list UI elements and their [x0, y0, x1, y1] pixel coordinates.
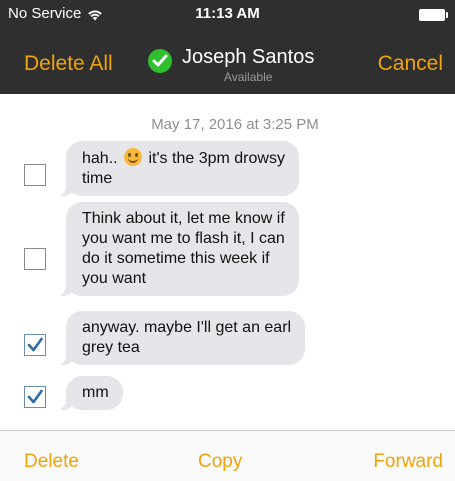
message-timestamp: May 17, 2016 at 3:25 PM [151, 116, 319, 133]
checkmark-icon [27, 337, 43, 352]
message-line: Think about it, let me know if [82, 210, 285, 227]
navigation-bar: Delete All Joseph Santos Available Cance… [0, 30, 455, 94]
message-bubble[interactable]: mm [56, 376, 123, 410]
message-line: you want me to flash it, I can [82, 230, 285, 247]
message-line: you want [82, 270, 147, 287]
message-bubble[interactable]: hah.. it's the 3pm drowsy time [56, 141, 299, 196]
status-bar: No Service 11:13 AM [0, 0, 455, 30]
checkmark-icon [27, 389, 43, 404]
message-select-checkbox[interactable] [24, 334, 46, 356]
contact-header[interactable]: Joseph Santos Available [148, 46, 314, 84]
message-text: hah.. [82, 150, 118, 167]
contact-status: Available [223, 70, 273, 84]
smiley-emoji-icon [124, 148, 143, 166]
message-select-checkbox[interactable] [24, 248, 46, 270]
message-line: mm [82, 384, 109, 401]
contact-name: Joseph Santos [182, 46, 315, 68]
message-select-checkbox[interactable] [24, 386, 46, 408]
forward-button[interactable]: Forward [373, 451, 443, 473]
delete-button[interactable]: Delete [24, 451, 79, 473]
message-line: grey tea [82, 339, 140, 356]
message-bubble[interactable]: Think about it, let me know if you want … [56, 202, 299, 296]
cancel-button[interactable]: Cancel [378, 52, 443, 76]
action-toolbar: Delete Copy Forward [0, 430, 455, 481]
message-select-checkbox[interactable] [24, 164, 46, 186]
message-text: it's the 3pm drowsy [148, 150, 285, 167]
status-time: 11:13 AM [195, 5, 260, 22]
contact-name-block: Joseph Santos Available [182, 46, 314, 84]
delete-all-button[interactable]: Delete All [24, 52, 113, 76]
message-bubble[interactable]: anyway. maybe I'll get an earl grey tea [55, 311, 306, 365]
message-line: time [82, 170, 113, 187]
battery-icon [419, 9, 448, 21]
available-check-icon [148, 49, 172, 73]
message-line: anyway. maybe I'll get an earl [82, 319, 292, 336]
copy-button[interactable]: Copy [198, 451, 242, 473]
message-line: do it sometime this week if [82, 250, 270, 267]
message-line: hah.. it's the 3pm drowsy [82, 148, 285, 169]
